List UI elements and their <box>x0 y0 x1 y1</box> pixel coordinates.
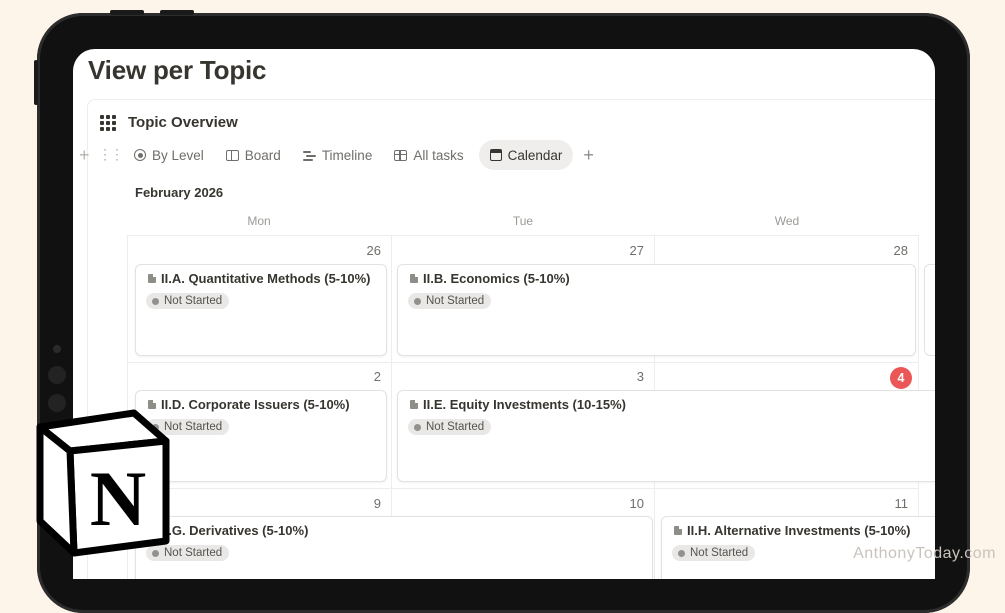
drag-handle-icon[interactable]: ⋮⋮ <box>98 146 124 163</box>
add-block-icon[interactable]: + <box>79 145 90 166</box>
calendar-month: February 2026 <box>135 185 224 200</box>
calendar-event-card[interactable]: II.E. Equity Investments (10-15%) Not St… <box>397 390 935 482</box>
tab-timeline[interactable]: Timeline <box>296 140 380 170</box>
sensor-dot <box>48 366 66 384</box>
status-badge: Not Started <box>408 293 492 309</box>
tab-by-level[interactable]: By Level <box>127 140 211 170</box>
page-icon <box>674 526 682 535</box>
today-badge: 4 <box>890 367 912 389</box>
camera-icon <box>53 345 61 353</box>
tab-label: Calendar <box>507 147 563 163</box>
page-icon <box>148 274 156 283</box>
status-label: Not Started <box>690 547 749 559</box>
grid-icon <box>100 114 116 131</box>
page-title: View per Topic <box>88 55 267 85</box>
target-icon <box>134 149 146 161</box>
event-title: II.B. Economics (5-10%) <box>423 271 570 286</box>
event-title: II.G. Derivatives (5-10%) <box>161 523 309 538</box>
weekday-header: Wed <box>774 214 800 228</box>
tab-board[interactable]: Board <box>219 140 288 170</box>
tablet-screen: View per Topic Topic Overview + ⋮⋮ By Le… <box>73 49 935 579</box>
board-icon <box>225 149 239 161</box>
weekday-header: Mon <box>247 214 271 228</box>
calendar-event-card[interactable]: II.G. Derivatives (5-10%) Not Started <box>135 516 653 579</box>
status-label: Not Started <box>164 295 223 307</box>
tab-all-tasks[interactable]: All tasks <box>387 140 470 170</box>
tab-label: By Level <box>152 147 204 163</box>
add-view-button[interactable]: + <box>583 145 594 166</box>
table-icon <box>394 149 408 161</box>
weekday-header: Tue <box>512 214 534 228</box>
day-number: 9 <box>373 496 381 511</box>
event-title: II.A. Quantitative Methods (5-10%) <box>161 271 371 286</box>
calendar-event-card[interactable]: II.B. Economics (5-10%) Not Started <box>397 264 916 356</box>
day-number: 10 <box>629 496 644 511</box>
tablet-volume-button <box>160 10 194 15</box>
tab-calendar[interactable]: Calendar <box>478 140 574 170</box>
status-badge: Not Started <box>146 293 230 309</box>
calendar-icon <box>489 149 502 161</box>
event-title: II.E. Equity Investments (10-15%) <box>423 397 627 412</box>
tab-label: Board <box>244 147 281 163</box>
database-title[interactable]: Topic Overview <box>128 114 238 131</box>
status-badge: Not Started <box>672 545 756 561</box>
day-number: 27 <box>629 243 644 258</box>
status-label: Not Started <box>426 421 485 433</box>
tab-label: Timeline <box>321 147 373 163</box>
day-number: 28 <box>893 243 908 258</box>
status-label: Not Started <box>164 547 223 559</box>
status-label: Not Started <box>164 421 223 433</box>
day-number: 11 <box>894 496 909 511</box>
event-title: II.H. Alternative Investments (5-10%) <box>687 523 911 538</box>
svg-text:N: N <box>90 455 146 542</box>
calendar-grid: 26 27 28 2 3 4 9 10 11 II.A. Quantitativ <box>127 235 935 579</box>
day-number: 3 <box>636 369 644 384</box>
timeline-icon <box>302 149 316 162</box>
page-icon <box>410 400 418 409</box>
tab-label: All tasks <box>413 147 464 163</box>
tablet-volume-button <box>110 10 144 15</box>
calendar-event-card[interactable]: II.D. Corporate Issuers (5-10%) Not Star… <box>135 390 387 482</box>
view-tabs: By Level Board Timeline All tasks Calend… <box>127 140 594 170</box>
calendar-event-card[interactable]: II.A. Quantitative Methods (5-10%) Not S… <box>135 264 387 356</box>
page-icon <box>148 400 156 409</box>
calendar-event-card-partial[interactable] <box>924 264 935 356</box>
notion-logo: N <box>36 409 170 557</box>
status-label: Not Started <box>426 295 485 307</box>
day-number: 26 <box>366 243 381 258</box>
tablet-side-button <box>34 60 38 105</box>
day-number: 2 <box>373 369 381 384</box>
event-title: II.D. Corporate Issuers (5-10%) <box>161 397 350 412</box>
page-icon <box>410 274 418 283</box>
status-badge: Not Started <box>408 419 492 435</box>
watermark: AnthonyToday.com <box>853 545 996 562</box>
database-header: Topic Overview <box>100 114 238 131</box>
